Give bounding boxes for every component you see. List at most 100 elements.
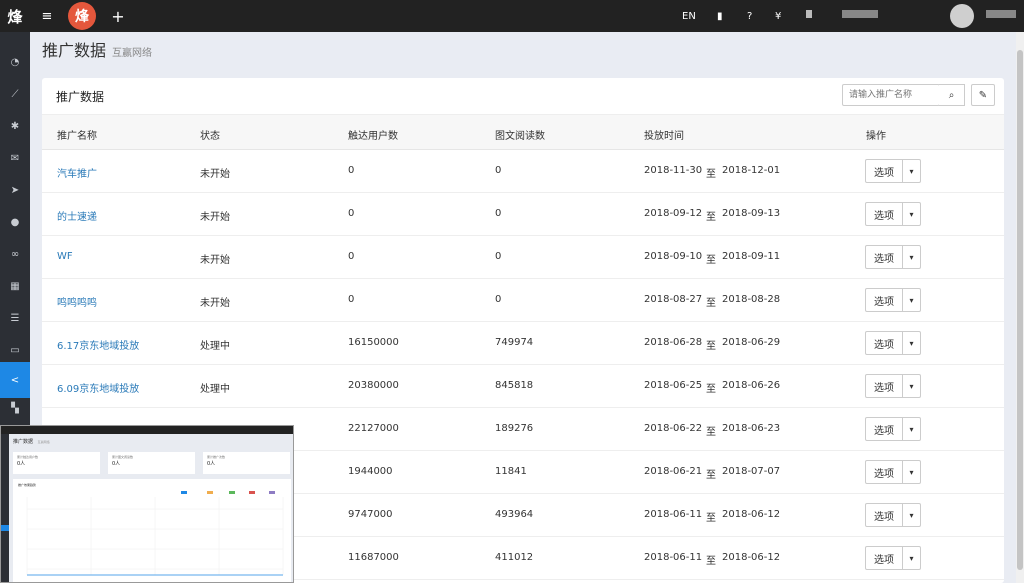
promo-name-link[interactable]: 6.17京东地域投放 [57, 337, 139, 352]
table-row: 6.09京东地域投放 处理中 20380000 845818 2018-06-25 至 20… [42, 365, 1004, 408]
options-button[interactable]: 选项 [865, 503, 903, 527]
avatar[interactable] [950, 4, 974, 28]
app-logo[interactable]: 烽 [68, 2, 96, 30]
read-count: 0 [495, 251, 502, 262]
send-icon[interactable]: ➤ [0, 174, 30, 206]
plus-icon[interactable]: + [108, 0, 128, 32]
table-row: 6.17京东地域投放 处理中 16150000 749974 2018-06-28 至 20… [42, 322, 1004, 365]
caret-down-icon[interactable]: ▾ [903, 288, 921, 312]
promo-status: 未开始 [200, 298, 230, 309]
options-button[interactable]: 选项 [865, 460, 903, 484]
book-icon[interactable]: ▮ [717, 0, 723, 32]
read-count: 845818 [495, 380, 534, 391]
options-button[interactable]: 选项 [865, 245, 903, 269]
start-date: 2018-09-10 [644, 251, 703, 262]
date-separator: 至 [706, 169, 716, 180]
thumbnail-title: 推广数据 互赢网络 [13, 438, 50, 445]
thumbnail-stat-box: 累计图文阅读数 0人 [108, 452, 195, 474]
caret-down-icon[interactable]: ▾ [903, 417, 921, 441]
end-date: 2018-09-11 [722, 251, 781, 262]
thumbnail-title-text: 推广数据 [13, 439, 34, 445]
table-row: WF 未开始 0 0 2018-09-10 至 2018-09-11 选项 ▾ [42, 236, 1004, 279]
dashboard-icon[interactable]: ◔ [0, 46, 30, 78]
user-icon[interactable]: ● [0, 206, 30, 238]
caret-down-icon[interactable]: ▾ [903, 374, 921, 398]
envelope-icon[interactable]: ✉ [0, 142, 30, 174]
caret-down-icon[interactable]: ▾ [903, 331, 921, 355]
card-title: 推广数据 [56, 90, 105, 104]
scrollbar[interactable] [1016, 32, 1024, 583]
brand-logo[interactable]: 烽 [0, 0, 30, 32]
reach-count: 20380000 [348, 380, 399, 391]
start-date: 2018-06-22 [644, 423, 703, 434]
chart-icon[interactable]: ⟋ [0, 78, 30, 110]
pixelated-user-menu[interactable] [986, 10, 1016, 18]
options-button[interactable]: 选项 [865, 288, 903, 312]
dashboard-thumbnail[interactable]: 推广数据 互赢网络 累计触达用户数 0人 累计图文阅读数 0人 累计推广次数 0… [0, 425, 294, 583]
read-count: 189276 [495, 423, 534, 434]
start-date: 2018-06-25 [644, 380, 703, 391]
end-date: 2018-12-01 [722, 165, 781, 176]
start-date: 2018-08-27 [644, 294, 703, 305]
reach-count: 0 [348, 251, 355, 262]
yen-icon[interactable]: ¥ [775, 0, 781, 32]
promo-name-link[interactable]: 鸣鸣鸣鸣 [57, 294, 97, 309]
col-name: 推广名称 [57, 131, 97, 142]
stat-value: 0人 [112, 461, 121, 467]
reach-count: 22127000 [348, 423, 399, 434]
caret-down-icon[interactable]: ▾ [903, 460, 921, 484]
top-navbar: 烽 ≡ 烽 + EN ▮ ? ¥ [0, 0, 1024, 32]
options-button[interactable]: 选项 [865, 417, 903, 441]
language-toggle[interactable]: EN [682, 0, 696, 32]
options-button[interactable]: 选项 [865, 546, 903, 570]
list-icon[interactable]: ☰ [0, 302, 30, 334]
hamburger-icon[interactable]: ≡ [38, 0, 56, 32]
promo-name-link[interactable]: WF [57, 251, 73, 262]
end-date: 2018-08-28 [722, 294, 781, 305]
date-separator: 至 [706, 341, 716, 352]
grid-icon[interactable]: ▚ [0, 392, 30, 424]
pixelated-account[interactable] [842, 10, 878, 18]
promo-name-link[interactable]: 汽车推广 [57, 165, 97, 180]
thumbnail-sidebar [1, 434, 9, 582]
thumbnail-chart-grid [26, 491, 284, 576]
end-date: 2018-06-12 [722, 509, 781, 520]
stat-value: 0人 [207, 461, 216, 467]
options-button-group: 选项 ▾ [865, 460, 921, 484]
search-icon[interactable]: ⌕ [939, 84, 965, 106]
wrench-icon[interactable]: ✎ [971, 84, 995, 106]
question-icon[interactable]: ? [747, 0, 752, 32]
gear-icon[interactable]: ✱ [0, 110, 30, 142]
promo-name-link[interactable]: 的士速递 [57, 208, 97, 223]
end-date: 2018-07-07 [722, 466, 781, 477]
date-separator: 至 [706, 470, 716, 481]
scroll-thumb[interactable] [1017, 50, 1023, 570]
end-date: 2018-09-13 [722, 208, 781, 219]
link-icon[interactable]: ∞ [0, 238, 30, 270]
promo-status: 处理中 [200, 341, 230, 352]
search-input[interactable] [842, 84, 940, 106]
qrcode-icon[interactable]: ▦ [0, 270, 30, 302]
promo-name-link[interactable]: 6.09京东地域投放 [57, 380, 139, 395]
caret-down-icon[interactable]: ▾ [903, 503, 921, 527]
options-button[interactable]: 选项 [865, 202, 903, 226]
thumbnail-stat-box: 累计触达用户数 0人 [13, 452, 100, 474]
col-action: 操作 [866, 131, 886, 142]
col-time: 投放时间 [644, 131, 684, 142]
options-button-group: 选项 ▾ [865, 546, 921, 570]
caret-down-icon[interactable]: ▾ [903, 159, 921, 183]
options-button-group: 选项 ▾ [865, 417, 921, 441]
caret-down-icon[interactable]: ▾ [903, 202, 921, 226]
read-count: 749974 [495, 337, 534, 348]
options-button[interactable]: 选项 [865, 374, 903, 398]
read-count: 11841 [495, 466, 527, 477]
caret-down-icon[interactable]: ▾ [903, 546, 921, 570]
options-button[interactable]: 选项 [865, 331, 903, 355]
col-reads: 图文阅读数 [495, 131, 545, 142]
promo-status: 未开始 [200, 212, 230, 223]
stat-value: 0人 [17, 461, 26, 467]
caret-down-icon[interactable]: ▾ [903, 245, 921, 269]
options-button[interactable]: 选项 [865, 159, 903, 183]
reach-count: 16150000 [348, 337, 399, 348]
promo-status: 处理中 [200, 384, 230, 395]
